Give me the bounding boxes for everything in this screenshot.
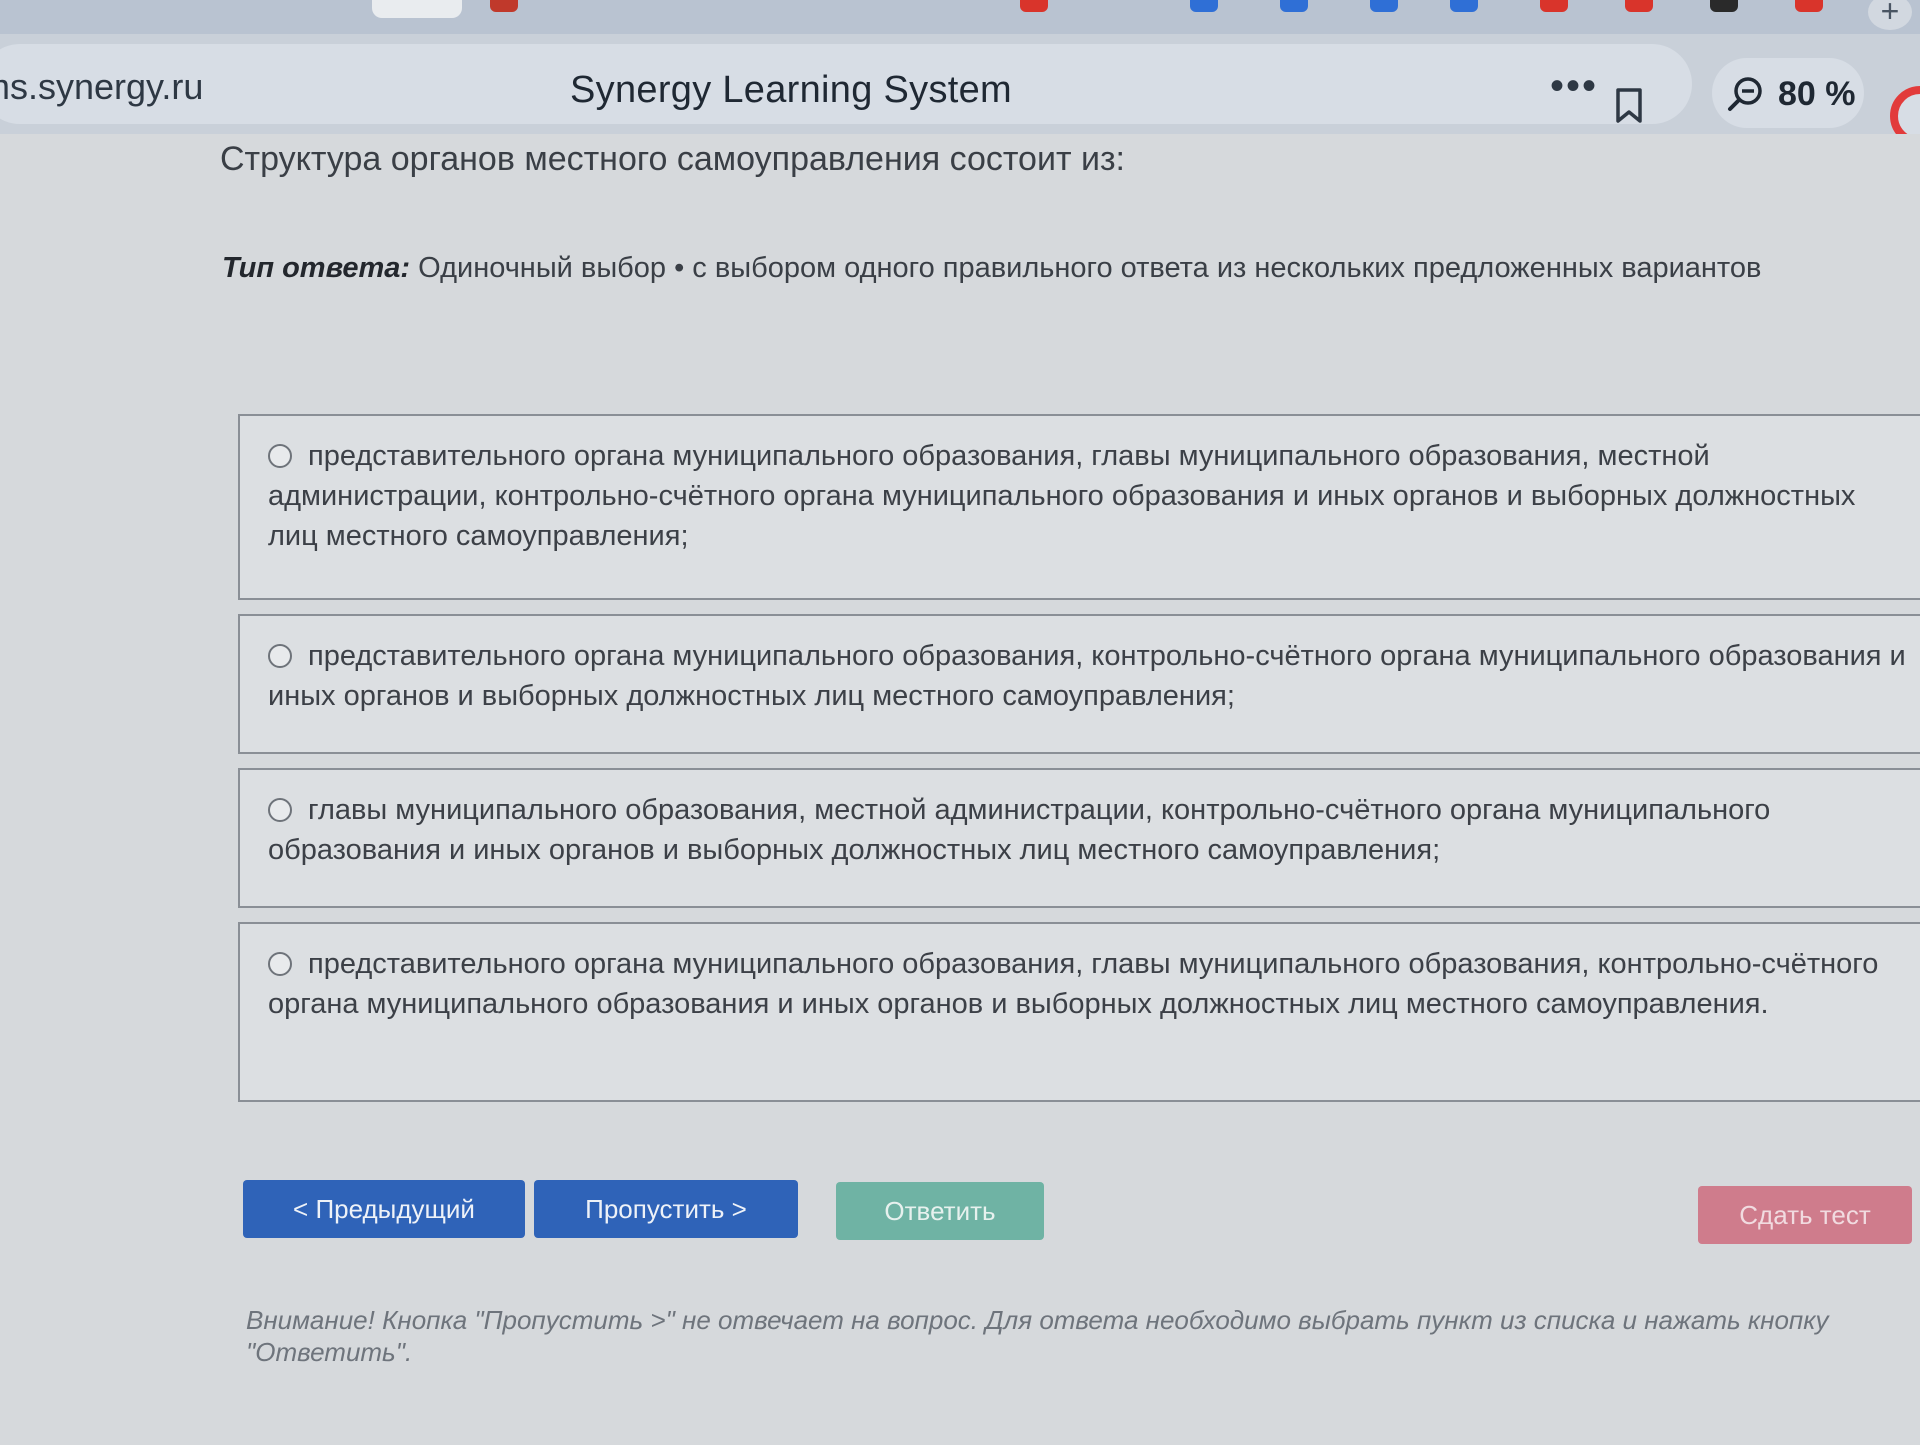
question-text: Структура органов местного самоуправлени…: [220, 140, 1126, 178]
skip-warning-notice: Внимание! Кнопка "Пропустить >" не отвеч…: [246, 1305, 1829, 1367]
option-text: представительного органа муниципального …: [268, 440, 1856, 552]
answer-option-2[interactable]: представительного органа муниципального …: [238, 614, 1920, 754]
answer-option-4[interactable]: представительного органа муниципального …: [238, 922, 1920, 1102]
answer-type: Тип ответа: Одиночный выбор • с выбором …: [222, 252, 1761, 285]
browser-tab-strip: +: [0, 0, 1920, 34]
url-text: ms.synergy.ru: [0, 66, 204, 107]
bookmark-icon[interactable]: [1614, 88, 1644, 129]
submit-test-button[interactable]: Сдать тест: [1698, 1186, 1912, 1244]
new-tab-plus-icon[interactable]: +: [1868, 0, 1912, 30]
page-title: Synergy Learning System: [570, 69, 1013, 111]
answer-type-value: Одиночный выбор • с выбором одного прави…: [418, 252, 1762, 284]
zoom-control[interactable]: 80 %: [1712, 58, 1864, 128]
radio-button[interactable]: [268, 952, 292, 976]
tab-favicon[interactable]: [1625, 0, 1653, 12]
address-bar: ms.synergy.ru Synergy Learning System ••…: [0, 34, 1920, 146]
radio-button[interactable]: [268, 644, 292, 668]
option-text: главы муниципального образования, местно…: [268, 794, 1771, 866]
radio-button[interactable]: [268, 798, 292, 822]
previous-button[interactable]: < Предыдущий: [243, 1180, 525, 1238]
tab-favicon[interactable]: [1540, 0, 1568, 12]
url-field[interactable]: ms.synergy.ru Synergy Learning System ••…: [0, 44, 1692, 124]
answer-type-label: Тип ответа:: [222, 252, 411, 284]
test-page: Структура органов местного самоуправлени…: [0, 134, 1920, 1445]
tab-favicon[interactable]: [1190, 0, 1218, 12]
tab-favicon[interactable]: [1280, 0, 1308, 12]
answer-option-3[interactable]: главы муниципального образования, местно…: [238, 768, 1920, 908]
skip-button[interactable]: Пропустить >: [534, 1180, 798, 1238]
tab-favicon[interactable]: [1450, 0, 1478, 12]
answer-button[interactable]: Ответить: [836, 1182, 1044, 1240]
tab-favicon[interactable]: [1020, 0, 1048, 12]
tab-favicon[interactable]: [1710, 0, 1738, 12]
active-tab[interactable]: [372, 0, 462, 18]
option-text: представительного органа муниципального …: [268, 948, 1879, 1020]
tab-favicon[interactable]: [1370, 0, 1398, 12]
more-dots-icon[interactable]: •••: [1550, 64, 1598, 109]
radio-button[interactable]: [268, 444, 292, 468]
answer-option-1[interactable]: представительного органа муниципального …: [238, 414, 1920, 600]
tab-favicon[interactable]: [490, 0, 518, 12]
zoom-magnifier-icon: [1726, 75, 1766, 118]
option-text: представительного органа муниципального …: [268, 640, 1906, 712]
tab-favicon[interactable]: [1795, 0, 1823, 12]
zoom-level: 80 %: [1778, 75, 1856, 113]
